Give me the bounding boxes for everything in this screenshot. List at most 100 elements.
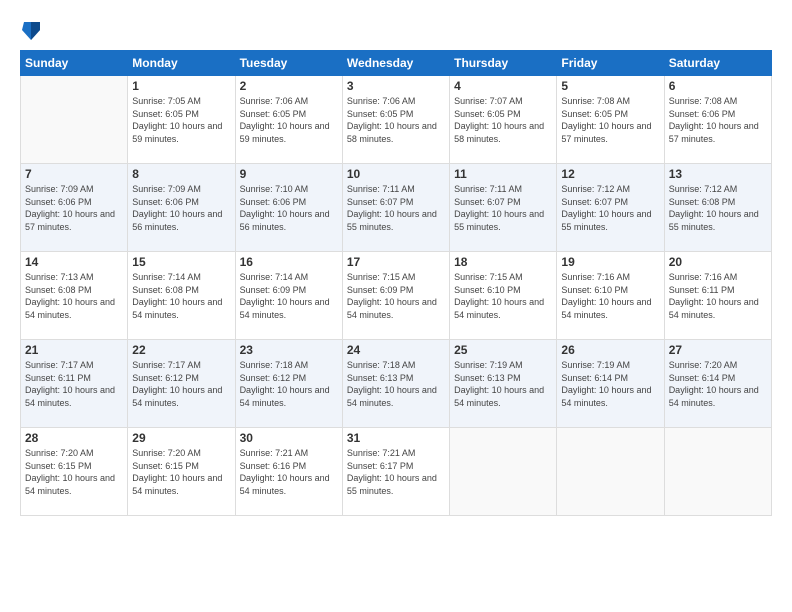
calendar-cell bbox=[664, 428, 771, 516]
day-number: 21 bbox=[25, 343, 123, 357]
day-info: Sunrise: 7:20 AMSunset: 6:15 PMDaylight:… bbox=[25, 447, 123, 497]
day-info: Sunrise: 7:14 AMSunset: 6:09 PMDaylight:… bbox=[240, 271, 338, 321]
calendar-cell: 26Sunrise: 7:19 AMSunset: 6:14 PMDayligh… bbox=[557, 340, 664, 428]
day-info: Sunrise: 7:10 AMSunset: 6:06 PMDaylight:… bbox=[240, 183, 338, 233]
day-number: 15 bbox=[132, 255, 230, 269]
calendar-cell: 25Sunrise: 7:19 AMSunset: 6:13 PMDayligh… bbox=[450, 340, 557, 428]
calendar-cell: 15 Sunrise: 7:14 AMSunset: 6:08 PMDayligh… bbox=[128, 252, 235, 340]
calendar-cell: 3 Sunrise: 7:06 AMSunset: 6:05 PMDaylight… bbox=[342, 76, 449, 164]
weekday-header: Monday bbox=[128, 51, 235, 76]
calendar-cell: 18 Sunrise: 7:15 AMSunset: 6:10 PMDayligh… bbox=[450, 252, 557, 340]
weekday-header: Tuesday bbox=[235, 51, 342, 76]
calendar-cell: 21 Sunrise: 7:17 AMSunset: 6:11 PMDayligh… bbox=[21, 340, 128, 428]
day-number: 8 bbox=[132, 167, 230, 181]
day-info: Sunrise: 7:08 AMSunset: 6:06 PMDaylight:… bbox=[669, 95, 767, 145]
weekday-header-row: SundayMondayTuesdayWednesdayThursdayFrid… bbox=[21, 51, 772, 76]
day-info: Sunrise: 7:20 AMSunset: 6:15 PMDaylight:… bbox=[132, 447, 230, 497]
day-info: Sunrise: 7:12 AMSunset: 6:08 PMDaylight:… bbox=[669, 183, 767, 233]
calendar-cell: 16 Sunrise: 7:14 AMSunset: 6:09 PMDayligh… bbox=[235, 252, 342, 340]
day-info: Sunrise: 7:11 AMSunset: 6:07 PMDaylight:… bbox=[454, 183, 552, 233]
day-info: Sunrise: 7:17 AMSunset: 6:11 PMDaylight:… bbox=[25, 359, 123, 409]
weekday-header: Sunday bbox=[21, 51, 128, 76]
day-info: Sunrise: 7:06 AMSunset: 6:05 PMDaylight:… bbox=[240, 95, 338, 145]
calendar-cell: 12 Sunrise: 7:12 AMSunset: 6:07 PMDayligh… bbox=[557, 164, 664, 252]
weekday-header: Thursday bbox=[450, 51, 557, 76]
day-number: 19 bbox=[561, 255, 659, 269]
calendar-week-row: 14 Sunrise: 7:13 AMSunset: 6:08 PMDayligh… bbox=[21, 252, 772, 340]
calendar-week-row: 7 Sunrise: 7:09 AMSunset: 6:06 PMDaylight… bbox=[21, 164, 772, 252]
day-number: 14 bbox=[25, 255, 123, 269]
day-number: 7 bbox=[25, 167, 123, 181]
calendar-cell: 11 Sunrise: 7:11 AMSunset: 6:07 PMDayligh… bbox=[450, 164, 557, 252]
day-number: 31 bbox=[347, 431, 445, 445]
calendar-cell: 8 Sunrise: 7:09 AMSunset: 6:06 PMDaylight… bbox=[128, 164, 235, 252]
calendar-cell: 14 Sunrise: 7:13 AMSunset: 6:08 PMDayligh… bbox=[21, 252, 128, 340]
day-info: Sunrise: 7:08 AMSunset: 6:05 PMDaylight:… bbox=[561, 95, 659, 145]
calendar-cell: 23 Sunrise: 7:18 AMSunset: 6:12 PMDayligh… bbox=[235, 340, 342, 428]
day-info: Sunrise: 7:16 AMSunset: 6:10 PMDaylight:… bbox=[561, 271, 659, 321]
calendar-cell: 13 Sunrise: 7:12 AMSunset: 6:08 PMDayligh… bbox=[664, 164, 771, 252]
calendar-cell: 10 Sunrise: 7:11 AMSunset: 6:07 PMDayligh… bbox=[342, 164, 449, 252]
calendar-cell: 28 Sunrise: 7:20 AMSunset: 6:15 PMDayligh… bbox=[21, 428, 128, 516]
day-info: Sunrise: 7:05 AMSunset: 6:05 PMDaylight:… bbox=[132, 95, 230, 145]
day-number: 3 bbox=[347, 79, 445, 93]
calendar-week-row: 21 Sunrise: 7:17 AMSunset: 6:11 PMDayligh… bbox=[21, 340, 772, 428]
calendar: SundayMondayTuesdayWednesdayThursdayFrid… bbox=[20, 50, 772, 516]
day-number: 18 bbox=[454, 255, 552, 269]
day-number: 1 bbox=[132, 79, 230, 93]
calendar-cell: 9Sunrise: 7:10 AMSunset: 6:06 PMDaylight… bbox=[235, 164, 342, 252]
day-number: 2 bbox=[240, 79, 338, 93]
day-number: 23 bbox=[240, 343, 338, 357]
day-info: Sunrise: 7:11 AMSunset: 6:07 PMDaylight:… bbox=[347, 183, 445, 233]
day-number: 13 bbox=[669, 167, 767, 181]
day-number: 12 bbox=[561, 167, 659, 181]
calendar-cell: 31Sunrise: 7:21 AMSunset: 6:17 PMDayligh… bbox=[342, 428, 449, 516]
day-info: Sunrise: 7:16 AMSunset: 6:11 PMDaylight:… bbox=[669, 271, 767, 321]
day-number: 25 bbox=[454, 343, 552, 357]
calendar-cell: 5Sunrise: 7:08 AMSunset: 6:05 PMDaylight… bbox=[557, 76, 664, 164]
day-info: Sunrise: 7:14 AMSunset: 6:08 PMDaylight:… bbox=[132, 271, 230, 321]
day-info: Sunrise: 7:18 AMSunset: 6:13 PMDaylight:… bbox=[347, 359, 445, 409]
calendar-cell: 6 Sunrise: 7:08 AMSunset: 6:06 PMDaylight… bbox=[664, 76, 771, 164]
calendar-week-row: 28 Sunrise: 7:20 AMSunset: 6:15 PMDayligh… bbox=[21, 428, 772, 516]
day-number: 22 bbox=[132, 343, 230, 357]
day-number: 24 bbox=[347, 343, 445, 357]
calendar-cell: 22 Sunrise: 7:17 AMSunset: 6:12 PMDayligh… bbox=[128, 340, 235, 428]
page: SundayMondayTuesdayWednesdayThursdayFrid… bbox=[0, 0, 792, 612]
day-number: 6 bbox=[669, 79, 767, 93]
day-info: Sunrise: 7:09 AMSunset: 6:06 PMDaylight:… bbox=[25, 183, 123, 233]
day-info: Sunrise: 7:17 AMSunset: 6:12 PMDaylight:… bbox=[132, 359, 230, 409]
day-number: 30 bbox=[240, 431, 338, 445]
day-info: Sunrise: 7:13 AMSunset: 6:08 PMDaylight:… bbox=[25, 271, 123, 321]
day-info: Sunrise: 7:18 AMSunset: 6:12 PMDaylight:… bbox=[240, 359, 338, 409]
day-info: Sunrise: 7:15 AMSunset: 6:10 PMDaylight:… bbox=[454, 271, 552, 321]
header bbox=[20, 18, 772, 40]
calendar-cell: 1 Sunrise: 7:05 AMSunset: 6:05 PMDaylight… bbox=[128, 76, 235, 164]
day-number: 27 bbox=[669, 343, 767, 357]
calendar-cell: 27 Sunrise: 7:20 AMSunset: 6:14 PMDayligh… bbox=[664, 340, 771, 428]
day-number: 28 bbox=[25, 431, 123, 445]
calendar-cell bbox=[21, 76, 128, 164]
day-info: Sunrise: 7:19 AMSunset: 6:14 PMDaylight:… bbox=[561, 359, 659, 409]
day-number: 16 bbox=[240, 255, 338, 269]
day-info: Sunrise: 7:06 AMSunset: 6:05 PMDaylight:… bbox=[347, 95, 445, 145]
day-info: Sunrise: 7:12 AMSunset: 6:07 PMDaylight:… bbox=[561, 183, 659, 233]
calendar-cell bbox=[557, 428, 664, 516]
calendar-cell: 4 Sunrise: 7:07 AMSunset: 6:05 PMDaylight… bbox=[450, 76, 557, 164]
weekday-header: Wednesday bbox=[342, 51, 449, 76]
calendar-cell: 19 Sunrise: 7:16 AMSunset: 6:10 PMDayligh… bbox=[557, 252, 664, 340]
calendar-cell: 7 Sunrise: 7:09 AMSunset: 6:06 PMDaylight… bbox=[21, 164, 128, 252]
day-info: Sunrise: 7:09 AMSunset: 6:06 PMDaylight:… bbox=[132, 183, 230, 233]
calendar-cell: 20Sunrise: 7:16 AMSunset: 6:11 PMDayligh… bbox=[664, 252, 771, 340]
day-info: Sunrise: 7:07 AMSunset: 6:05 PMDaylight:… bbox=[454, 95, 552, 145]
day-number: 4 bbox=[454, 79, 552, 93]
day-number: 10 bbox=[347, 167, 445, 181]
calendar-cell: 29Sunrise: 7:20 AMSunset: 6:15 PMDayligh… bbox=[128, 428, 235, 516]
calendar-cell: 30Sunrise: 7:21 AMSunset: 6:16 PMDayligh… bbox=[235, 428, 342, 516]
calendar-cell bbox=[450, 428, 557, 516]
day-info: Sunrise: 7:20 AMSunset: 6:14 PMDaylight:… bbox=[669, 359, 767, 409]
calendar-cell: 2 Sunrise: 7:06 AMSunset: 6:05 PMDaylight… bbox=[235, 76, 342, 164]
day-number: 17 bbox=[347, 255, 445, 269]
logo-icon bbox=[22, 18, 40, 40]
day-number: 11 bbox=[454, 167, 552, 181]
